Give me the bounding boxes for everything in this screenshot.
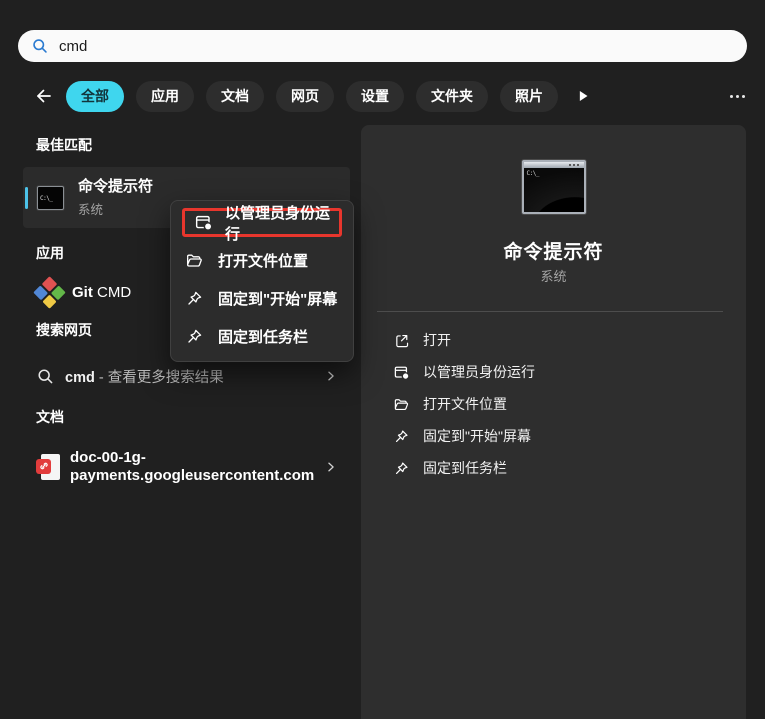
filter-tab-web[interactable]: 网页 [276, 81, 334, 112]
menu-item-pin-to-taskbar[interactable]: 固定到任务栏 [171, 317, 353, 355]
menu-item-label: 以管理员身份运行 [225, 202, 330, 244]
context-menu: 以管理员身份运行 打开文件位置 固定到"开始"屏幕 固定到任务栏 [170, 200, 354, 362]
run-as-admin-icon [194, 213, 213, 232]
action-label: 以管理员身份运行 [423, 362, 535, 382]
app-result-label: Git CMD [72, 284, 131, 301]
document-result-label: doc-00-1g- payments.googleusercontent.co… [70, 449, 314, 485]
cmd-app-icon-large: C:\_ [522, 160, 586, 214]
cmd-app-icon: C:\_ [37, 186, 64, 210]
chevron-right-icon[interactable] [324, 460, 338, 474]
folder-icon [185, 251, 204, 270]
search-icon [31, 37, 49, 55]
chevron-right-icon[interactable] [324, 369, 338, 383]
action-label: 打开 [423, 330, 451, 350]
search-bar[interactable] [18, 30, 747, 62]
action-pin-to-start[interactable]: 固定到"开始"屏幕 [361, 420, 746, 452]
document-result[interactable]: doc-00-1g- payments.googleusercontent.co… [23, 438, 350, 496]
git-cmd-icon [36, 279, 63, 306]
pin-icon [393, 428, 410, 445]
menu-item-label: 固定到"开始"屏幕 [218, 288, 337, 309]
web-result-label: cmd - 查看更多搜索结果 [65, 366, 224, 387]
menu-item-label: 固定到任务栏 [218, 326, 308, 347]
menu-item-label: 打开文件位置 [218, 250, 308, 271]
web-search-result[interactable]: cmd - 查看更多搜索结果 [23, 357, 350, 395]
action-open[interactable]: 打开 [361, 324, 746, 356]
selection-accent-bar [25, 187, 28, 209]
more-filters-icon[interactable] [574, 87, 592, 105]
preview-subtitle: 系统 [361, 266, 746, 285]
filter-tab-photos[interactable]: 照片 [500, 81, 558, 112]
filter-tab-folders[interactable]: 文件夹 [416, 81, 488, 112]
preview-title: 命令提示符 [361, 237, 746, 264]
filter-tab-apps[interactable]: 应用 [136, 81, 194, 112]
action-label: 固定到任务栏 [423, 458, 507, 478]
run-as-admin-icon [393, 364, 410, 381]
result-title: 命令提示符 [78, 177, 153, 196]
section-header-documents: 文档 [36, 407, 64, 427]
document-link-icon [36, 453, 61, 482]
action-label: 打开文件位置 [423, 394, 507, 414]
pin-icon [185, 327, 204, 346]
action-pin-to-taskbar[interactable]: 固定到任务栏 [361, 452, 746, 484]
back-button[interactable] [32, 85, 54, 107]
divider [377, 311, 723, 312]
section-header-apps: 应用 [36, 243, 64, 263]
preview-actions: 打开 以管理员身份运行 打开文件位置 [361, 324, 746, 484]
menu-item-run-as-admin[interactable]: 以管理员身份运行 [182, 208, 342, 237]
menu-item-pin-to-start[interactable]: 固定到"开始"屏幕 [171, 279, 353, 317]
section-header-best-match: 最佳匹配 [36, 135, 92, 155]
search-input[interactable] [59, 38, 739, 55]
preview-panel: C:\_ 命令提示符 系统 打开 以管理员身份运行 [361, 125, 746, 719]
filter-tab-all[interactable]: 全部 [66, 81, 124, 112]
filter-tab-documents[interactable]: 文档 [206, 81, 264, 112]
pin-icon [185, 289, 204, 308]
folder-icon [393, 396, 410, 413]
options-menu-button[interactable] [726, 89, 749, 104]
filter-tab-settings[interactable]: 设置 [346, 81, 404, 112]
open-icon [393, 332, 410, 349]
filter-row: 全部 应用 文档 网页 设置 文件夹 照片 [32, 80, 749, 112]
action-label: 固定到"开始"屏幕 [423, 426, 531, 446]
result-subtitle: 系统 [78, 199, 153, 218]
action-open-file-location[interactable]: 打开文件位置 [361, 388, 746, 420]
action-run-as-admin[interactable]: 以管理员身份运行 [361, 356, 746, 388]
menu-item-open-file-location[interactable]: 打开文件位置 [171, 241, 353, 279]
search-icon [36, 367, 55, 386]
section-header-web: 搜索网页 [36, 320, 92, 340]
pin-icon [393, 460, 410, 477]
